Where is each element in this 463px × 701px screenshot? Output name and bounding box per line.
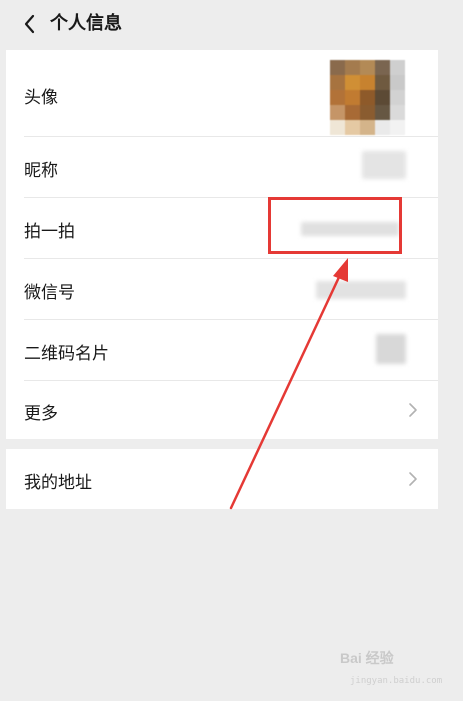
top-bar: 个人信息 bbox=[6, 0, 438, 48]
chevron-right-icon bbox=[408, 402, 418, 418]
avatar-row-label: 头像 bbox=[24, 88, 58, 108]
personal-info-screen: 个人信息 头像 昵称 拍一拍 微信号 二维码名片 更多 我的地址 bbox=[6, 0, 438, 701]
wechat-id-value-redacted bbox=[316, 281, 406, 299]
more-row-label: 更多 bbox=[24, 404, 58, 424]
my-address-row-label: 我的地址 bbox=[24, 473, 92, 493]
page-title: 个人信息 bbox=[50, 13, 122, 34]
my-address-row[interactable]: 我的地址 bbox=[6, 449, 438, 509]
qr-code-row[interactable]: 二维码名片 bbox=[6, 320, 438, 381]
wechat-id-row[interactable]: 微信号 bbox=[6, 259, 438, 320]
nickname-value-redacted bbox=[362, 151, 406, 179]
pai-yi-pai-row-label: 拍一拍 bbox=[24, 222, 75, 242]
back-button[interactable] bbox=[20, 10, 40, 38]
nickname-row-label: 昵称 bbox=[24, 161, 58, 181]
highlight-box bbox=[268, 197, 402, 254]
avatar bbox=[330, 60, 405, 135]
nickname-row[interactable]: 昵称 bbox=[6, 137, 438, 198]
qr-code-row-label: 二维码名片 bbox=[24, 344, 109, 364]
chevron-left-icon bbox=[24, 14, 35, 34]
chevron-right-icon bbox=[408, 471, 418, 487]
wechat-id-row-label: 微信号 bbox=[24, 283, 75, 303]
qr-code-icon bbox=[376, 334, 406, 364]
baidu-watermark: Bai 经验 bbox=[340, 650, 394, 666]
address-group: 我的地址 bbox=[6, 449, 438, 509]
avatar-row[interactable]: 头像 bbox=[6, 50, 438, 137]
more-row[interactable]: 更多 bbox=[6, 381, 438, 439]
baidu-watermark-url: jingyan.baidu.com bbox=[350, 676, 443, 686]
